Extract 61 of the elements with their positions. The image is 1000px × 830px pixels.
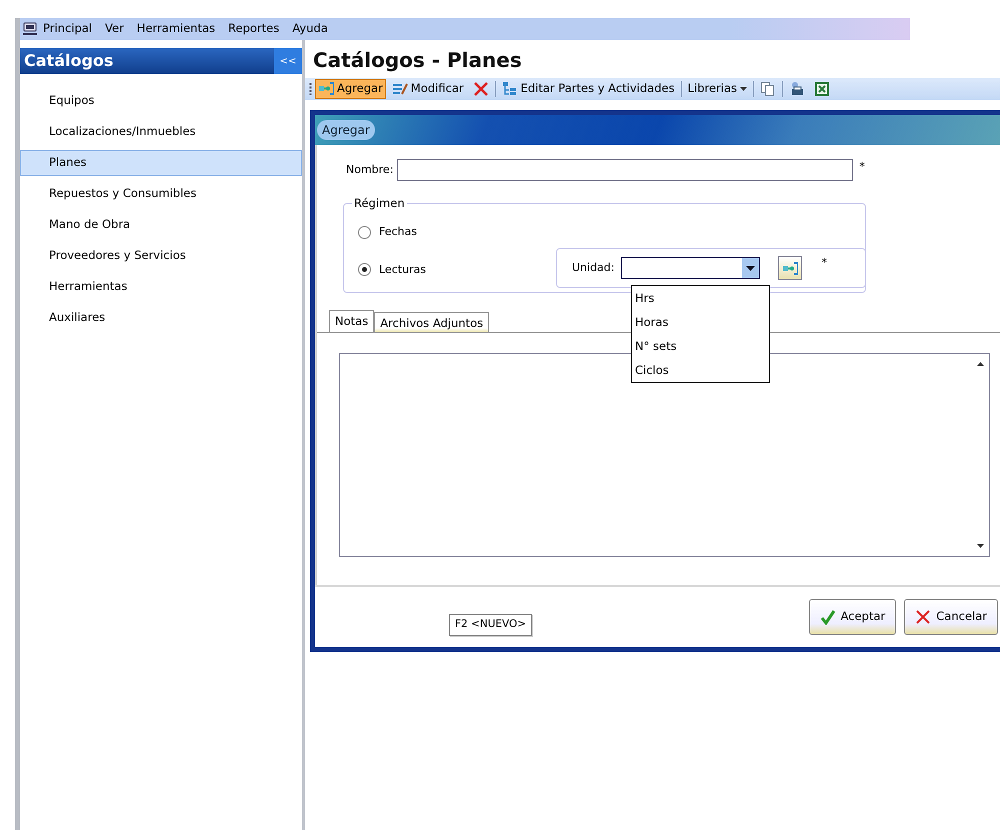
tree-icon xyxy=(502,81,518,97)
dropdown-option[interactable]: Hrs xyxy=(632,286,769,310)
sidebar-item[interactable]: Planes xyxy=(20,150,302,176)
menu-item[interactable]: Reportes xyxy=(223,20,288,38)
status-label: F2 <NUEVO> xyxy=(449,614,532,636)
printer-icon xyxy=(789,81,806,97)
sidebar-item[interactable]: Mano de Obra xyxy=(20,212,302,238)
radio-button[interactable] xyxy=(358,263,371,276)
sidebar-item[interactable]: Auxiliares xyxy=(20,305,302,331)
scroll-down-icon xyxy=(977,544,984,548)
dropdown-option[interactable]: Horas xyxy=(632,310,769,334)
flowchart-icon xyxy=(318,81,334,97)
sidebar-item[interactable]: Localizaciones/Inmuebles xyxy=(20,119,302,145)
radio-button[interactable] xyxy=(358,226,371,239)
dialog-button[interactable]: Cancelar xyxy=(904,599,998,635)
spreadsheet-icon xyxy=(814,81,830,97)
sidebar-item[interactable]: Repuestos y Consumibles xyxy=(20,181,302,207)
required-mark: * xyxy=(859,159,865,175)
field-label: Unidad: xyxy=(572,260,614,276)
add-unit-button[interactable] xyxy=(778,256,802,280)
menu-item[interactable]: Principal xyxy=(38,20,100,38)
menu-item[interactable]: Ver xyxy=(100,20,132,38)
toolbar-button[interactable]: Agregar xyxy=(315,79,386,99)
dropdown-option[interactable]: N° sets xyxy=(632,334,769,358)
copy-icon xyxy=(760,81,776,97)
radio-label: Lecturas xyxy=(379,262,426,278)
radio-option[interactable]: Lecturas xyxy=(358,262,426,278)
dialog-title: Agregar xyxy=(317,120,375,140)
menu-item[interactable]: Herramientas xyxy=(132,20,224,38)
dialog-button[interactable]: Aceptar xyxy=(808,599,896,635)
collapse-button[interactable]: << xyxy=(274,48,302,74)
toolbar-button[interactable]: Modificar xyxy=(388,79,467,99)
page-title: Catálogos - Planes xyxy=(312,47,523,74)
toolbar-button[interactable]: Editar Partes y Actividades xyxy=(498,79,678,99)
check-icon xyxy=(820,609,836,625)
caret-icon xyxy=(740,87,748,91)
delete-icon xyxy=(472,81,489,97)
close-icon xyxy=(915,609,932,625)
group-label: Régimen xyxy=(352,195,407,212)
notes-field[interactable] xyxy=(339,353,990,557)
edit-icon xyxy=(392,81,408,97)
sidebar-title: Catálogos xyxy=(24,50,114,72)
field-label: Nombre: xyxy=(346,162,394,178)
caret-icon xyxy=(746,266,754,270)
dropdown-option[interactable]: Ciclos xyxy=(632,358,769,382)
grip-icon xyxy=(309,82,312,96)
radio-option[interactable]: Fechas xyxy=(358,224,417,240)
sidebar-item[interactable]: Herramientas xyxy=(20,274,302,300)
required-mark: * xyxy=(822,255,827,271)
dropdown-button[interactable]: Librerias xyxy=(684,79,750,99)
scroll-up-icon xyxy=(977,362,984,366)
flowchart-icon xyxy=(782,261,798,275)
name-field[interactable] xyxy=(397,159,854,181)
sidebar-item[interactable]: Equipos xyxy=(20,88,302,114)
menu-item[interactable]: Ayuda xyxy=(287,20,336,38)
unit-select[interactable] xyxy=(620,257,760,279)
computer-icon xyxy=(22,22,38,36)
tab[interactable]: Notas xyxy=(329,310,374,332)
radio-label: Fechas xyxy=(379,224,417,240)
sidebar-item[interactable]: Proveedores y Servicios xyxy=(20,243,302,269)
tab[interactable]: Archivos Adjuntos xyxy=(374,312,490,332)
